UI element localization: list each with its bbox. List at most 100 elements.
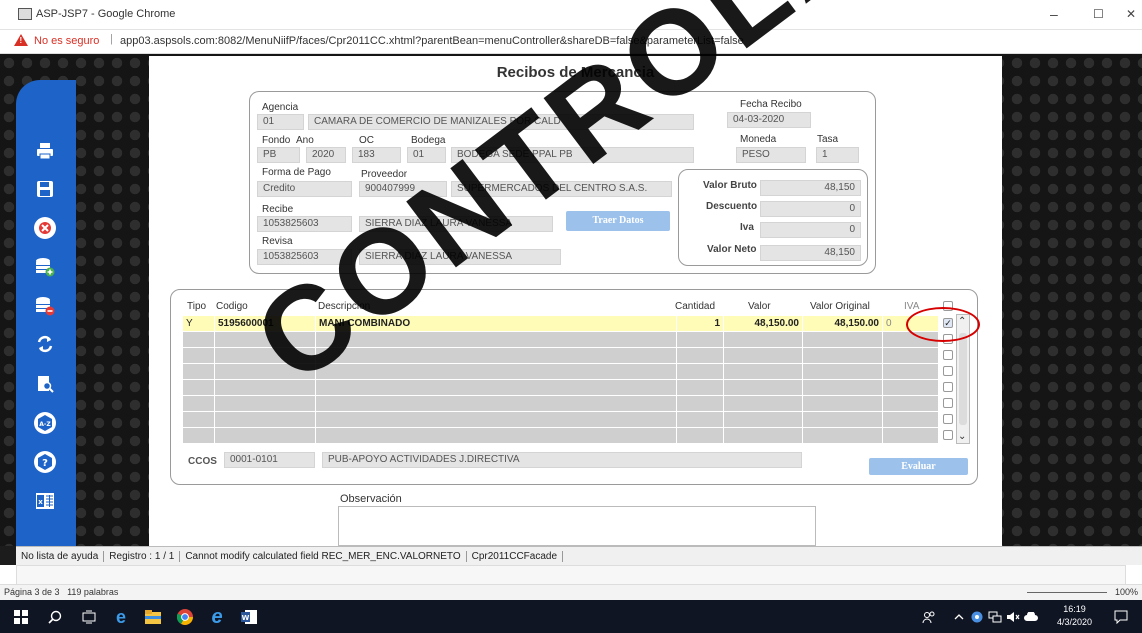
table-row-empty[interactable] xyxy=(183,364,939,379)
fondo-field[interactable]: PB xyxy=(257,147,300,163)
bodega-code-field[interactable]: 01 xyxy=(407,147,446,163)
fecha-recibo-field[interactable]: 04-03-2020 xyxy=(727,112,811,128)
address-bar[interactable]: ! No es seguro | app03.aspsols.com:8082/… xyxy=(0,30,1142,54)
row-checkbox[interactable] xyxy=(943,350,953,360)
zoom-slider[interactable] xyxy=(1026,592,1107,594)
agencia-code-field[interactable]: 01 xyxy=(257,114,304,130)
evaluar-button[interactable]: Evaluar xyxy=(869,458,968,475)
table-row-empty[interactable] xyxy=(183,412,939,427)
row-checkbox[interactable] xyxy=(943,382,953,392)
observacion-textarea[interactable] xyxy=(338,506,816,546)
taskbar: e e W 16:19 4/3/2020 xyxy=(0,600,1142,633)
app-icon xyxy=(18,8,32,20)
refresh-icon[interactable] xyxy=(34,333,56,355)
forma-pago-field[interactable]: Credito xyxy=(257,181,352,197)
cell-valor[interactable]: 48,150.00 xyxy=(724,316,803,331)
security-center-icon[interactable] xyxy=(968,608,986,626)
row-checkbox[interactable] xyxy=(943,414,953,424)
word-page-count[interactable]: Página 3 de 3 xyxy=(4,587,60,597)
row-checkbox[interactable] xyxy=(943,430,953,440)
print-icon[interactable] xyxy=(34,140,56,162)
col-codigo: Codigo xyxy=(216,301,248,312)
scroll-down-icon[interactable]: ⌄ xyxy=(958,431,966,442)
iva-label: Iva xyxy=(740,222,754,233)
recibe-id-field[interactable]: 1053825603 xyxy=(257,216,352,232)
proveedor-nit-field[interactable]: 900407999 xyxy=(359,181,447,197)
onedrive-icon[interactable] xyxy=(1022,608,1040,626)
ano-field[interactable]: 2020 xyxy=(306,147,346,163)
col-iva: IVA xyxy=(904,301,920,312)
agencia-name-field[interactable]: CAMARA DE COMERCIO DE MANIZALES POR CALD xyxy=(308,114,694,130)
url-text[interactable]: app03.aspsols.com:8082/MenuNiifP/faces/C… xyxy=(120,35,744,47)
table-row-empty[interactable] xyxy=(183,332,939,347)
status-facade: Cpr2011CCFacade xyxy=(466,551,564,562)
search-document-icon[interactable] xyxy=(34,373,56,395)
table-row-empty[interactable] xyxy=(183,396,939,411)
svg-text:W: W xyxy=(242,614,250,622)
cell-codigo[interactable]: 5195600001 xyxy=(215,316,316,331)
valor-bruto-field[interactable]: 48,150 xyxy=(760,180,861,196)
maximize-button[interactable]: ☐ xyxy=(1093,7,1104,21)
warning-icon-mark: ! xyxy=(19,36,23,45)
oc-field[interactable]: 183 xyxy=(352,147,401,163)
delete-icon[interactable] xyxy=(34,217,56,239)
moneda-field[interactable]: PESO xyxy=(736,147,806,163)
cell-tipo[interactable]: Y xyxy=(183,316,215,331)
windows-start-icon[interactable] xyxy=(12,608,30,626)
taskbar-clock[interactable]: 16:19 4/3/2020 xyxy=(1057,603,1092,629)
add-record-icon[interactable] xyxy=(34,256,56,278)
help-icon[interactable]: ? xyxy=(34,451,56,473)
scroll-thumb[interactable] xyxy=(959,333,967,425)
revisa-name-field[interactable]: SIERRA DIAZ LAURA VANESSA xyxy=(359,249,561,265)
table-row-empty[interactable] xyxy=(183,380,939,395)
people-icon[interactable] xyxy=(920,608,938,626)
bodega-name-field[interactable]: BODEGA SEDE PPAL PB xyxy=(451,147,694,163)
search-icon[interactable] xyxy=(46,608,64,626)
cell-cantidad[interactable]: 1 xyxy=(677,316,724,331)
internet-explorer-icon[interactable]: e xyxy=(208,606,226,628)
traer-datos-button[interactable]: Traer Datos xyxy=(566,211,670,231)
ano-label: Ano xyxy=(296,135,314,146)
descuento-label: Descuento xyxy=(706,201,758,212)
tray-chevron-icon[interactable] xyxy=(950,608,968,626)
close-button[interactable]: ✕ xyxy=(1126,7,1136,21)
cell-valor-original[interactable]: 48,150.00 xyxy=(803,316,883,331)
table-row-empty[interactable] xyxy=(183,428,939,443)
remove-record-icon[interactable] xyxy=(34,295,56,317)
cell-descripcion[interactable]: MANI COMBINADO xyxy=(316,316,677,331)
file-explorer-icon[interactable] xyxy=(144,608,162,626)
word-word-count[interactable]: 119 palabras xyxy=(67,587,118,597)
table-row[interactable]: Y 5195600001 MANI COMBINADO 1 48,150.00 … xyxy=(183,316,939,331)
tasa-field[interactable]: 1 xyxy=(816,147,859,163)
volume-icon[interactable] xyxy=(1004,608,1022,626)
chrome-icon[interactable] xyxy=(176,608,194,626)
not-secure-label[interactable]: No es seguro xyxy=(34,35,99,47)
notifications-icon[interactable] xyxy=(1112,608,1130,626)
forma-pago-label: Forma de Pago xyxy=(262,167,331,178)
descuento-field[interactable]: 0 xyxy=(760,201,861,217)
status-message: Cannot modify calculated field REC_MER_E… xyxy=(180,551,467,562)
zoom-level[interactable]: 100% xyxy=(1115,587,1138,597)
revisa-id-field[interactable]: 1053825603 xyxy=(257,249,352,265)
recibe-name-field[interactable]: SIERRA DIAZ LAURA VANESSA xyxy=(359,216,553,232)
network-icon[interactable] xyxy=(986,608,1004,626)
ccos-name-field[interactable]: PUB-APOYO ACTIVIDADES J.DIRECTIVA xyxy=(322,452,802,468)
save-icon[interactable] xyxy=(34,178,56,200)
row-checkbox[interactable] xyxy=(943,366,953,376)
iva-field[interactable]: 0 xyxy=(760,222,861,238)
oc-label: OC xyxy=(359,135,374,146)
clock-date: 4/3/2020 xyxy=(1056,617,1092,627)
row-checkbox[interactable] xyxy=(943,398,953,408)
task-view-icon[interactable] xyxy=(80,608,98,626)
excel-export-icon[interactable]: x xyxy=(34,490,56,512)
table-row-empty[interactable] xyxy=(183,348,939,363)
sort-az-icon[interactable]: A-Z xyxy=(34,412,56,434)
edge-icon[interactable]: e xyxy=(112,607,130,627)
fecha-recibo-label: Fecha Recibo xyxy=(740,99,802,110)
valor-neto-field[interactable]: 48,150 xyxy=(760,245,861,261)
word-icon[interactable]: W xyxy=(240,608,258,626)
ccos-label: CCOS xyxy=(188,456,217,467)
proveedor-name-field[interactable]: SUPERMERCADOS DEL CENTRO S.A.S. xyxy=(451,181,672,197)
ccos-code-field[interactable]: 0001-0101 xyxy=(224,452,315,468)
minimize-button[interactable]: – xyxy=(1050,6,1058,22)
